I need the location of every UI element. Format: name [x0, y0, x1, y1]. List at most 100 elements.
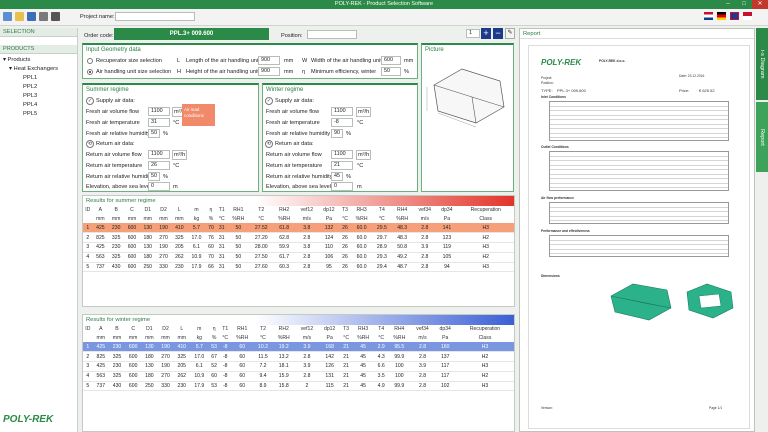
column-header[interactable]: C [125, 325, 141, 334]
winter-rtemp-input[interactable]: 21 [331, 161, 353, 170]
close-button[interactable]: ✕ [752, 0, 768, 9]
column-header[interactable]: RH1 [231, 325, 254, 334]
column-header[interactable]: dp12 [318, 206, 339, 215]
minimize-button[interactable]: – [720, 0, 736, 9]
column-header[interactable]: dp34 [434, 325, 456, 334]
tree-item-ppl2[interactable]: PPL2 [3, 83, 77, 92]
selection-header[interactable]: SELECTION [0, 28, 77, 37]
column-header[interactable]: Recuperation [456, 325, 514, 334]
column-header[interactable]: T2 [249, 206, 273, 215]
column-header[interactable]: RH3 [352, 325, 375, 334]
winter-hum-input[interactable]: 90 [331, 129, 343, 138]
save-icon[interactable] [27, 12, 36, 21]
tree-item-ppl3[interactable]: PPL3 [3, 92, 77, 101]
summer-hum-input[interactable]: 50 [148, 129, 160, 138]
column-header[interactable]: T3 [339, 206, 350, 215]
column-header[interactable]: ID [83, 325, 93, 334]
tree-products[interactable]: ▾ Products [3, 56, 77, 65]
table-row[interactable]: 3 425 230 600 130 190 205 6.1 52 -8 60 7.2 18.1 3.9 12… [83, 361, 514, 372]
table-row[interactable]: 4 563 325 600 180 270 262 10.9 60 -8 60 9.4 15.9 2.8 1… [83, 371, 514, 382]
column-header[interactable]: RH4 [391, 206, 413, 215]
lock-icon[interactable] [51, 12, 60, 21]
column-header[interactable]: L [174, 325, 190, 334]
column-header[interactable]: RH4 [388, 325, 411, 334]
table-row[interactable]: 1 425 230 600 130 190 410 5.7 70 31 50 27.52 61.8 3.8… [83, 223, 514, 234]
length-input[interactable]: 900 [258, 56, 280, 65]
table-row[interactable]: 5 737 430 600 250 330 230 17.9 53 -8 60 8.9 15.8 2 115… [83, 381, 514, 392]
croatian-flag-icon[interactable] [704, 12, 713, 20]
german-flag-icon[interactable] [717, 12, 726, 20]
open-folder-icon[interactable] [15, 12, 24, 21]
tree-heat-exchangers[interactable]: ▾ Heat Exchangers [3, 65, 77, 74]
column-header[interactable]: RH2 [272, 325, 295, 334]
tab-report[interactable]: Report [756, 102, 768, 172]
column-header[interactable]: η [206, 206, 217, 215]
column-header[interactable]: D2 [157, 325, 173, 334]
height-input[interactable]: 900 [258, 67, 280, 76]
summer-flow-input[interactable]: 1100 [148, 107, 170, 116]
column-header[interactable]: A [92, 206, 108, 215]
column-header[interactable]: dp12 [319, 325, 341, 334]
minus-button[interactable]: − [493, 28, 503, 39]
summer-temp-input[interactable]: 31 [148, 118, 170, 127]
table-row[interactable]: 2 825 325 600 180 270 325 17.0 67 -8 60 11.5 13.2 2.8… [83, 351, 514, 363]
column-header[interactable]: T1 [220, 325, 231, 334]
column-header[interactable]: T4 [374, 325, 388, 334]
column-header[interactable]: η [209, 325, 220, 334]
table-row[interactable]: 2 825 325 600 180 270 325 17.0 76 31 50 27.20 62.8 2.… [83, 232, 514, 244]
products-header[interactable]: PRODUCTS [0, 45, 77, 54]
column-header[interactable]: vef12 [295, 325, 319, 334]
tree-item-ppl1[interactable]: PPL1 [3, 74, 77, 83]
winter-temp-input[interactable]: -8 [331, 118, 353, 127]
column-header[interactable]: L [171, 206, 187, 215]
table-row[interactable]: 4 563 325 600 180 270 262 10.9 70 31 50 27.50 61.7 2.… [83, 252, 514, 263]
tool-button[interactable]: ✎ [505, 28, 515, 39]
column-header[interactable]: RH3 [351, 206, 373, 215]
table-row[interactable]: 3 425 230 600 130 190 205 6.1 60 31 50 28.00 59.9 3.8… [83, 242, 514, 253]
column-header[interactable]: vef34 [411, 325, 435, 334]
summer-rflow-unit[interactable]: m³/h [172, 150, 188, 160]
ahu-size-radio[interactable] [87, 69, 93, 77]
column-header[interactable]: m [187, 206, 205, 215]
column-header[interactable]: B [108, 206, 124, 215]
table-row[interactable]: 5 737 430 600 250 330 230 17.9 66 31 50 27.60 60.3 2.… [83, 262, 514, 273]
winter-rhum-input[interactable]: 45 [331, 172, 343, 181]
column-header[interactable]: T4 [373, 206, 391, 215]
column-header[interactable]: dp34 [436, 206, 457, 215]
plus-button[interactable]: + [481, 28, 491, 39]
english-flag-icon[interactable] [730, 12, 739, 20]
column-header[interactable]: A [93, 325, 109, 334]
column-header[interactable]: m [190, 325, 209, 334]
column-header[interactable]: B [109, 325, 125, 334]
winter-rflow-unit[interactable]: m³/h [356, 150, 372, 160]
tree-item-ppl5[interactable]: PPL5 [3, 110, 77, 119]
efficiency-input[interactable]: 50 [381, 67, 401, 76]
summer-rtemp-input[interactable]: 26 [148, 161, 170, 170]
table-row[interactable]: 1 425 230 600 130 190 410 5.7 53 -8 60 10.2 19.2 3.9 1… [83, 342, 514, 353]
other-language-flag-icon[interactable] [743, 12, 752, 20]
summer-elev-input[interactable]: 0 [148, 182, 170, 191]
column-header[interactable]: D2 [156, 206, 172, 215]
column-header[interactable]: C [124, 206, 140, 215]
column-header[interactable]: T3 [340, 325, 351, 334]
tree-item-ppl4[interactable]: PPL4 [3, 101, 77, 110]
back-icon[interactable] [3, 12, 12, 21]
winter-flow-unit[interactable]: m³/h [356, 107, 372, 117]
project-name-input[interactable] [115, 12, 195, 21]
summer-rhum-input[interactable]: 50 [148, 172, 160, 181]
column-header[interactable]: D1 [141, 325, 157, 334]
position-input[interactable] [307, 30, 357, 39]
recuperator-size-radio[interactable] [87, 58, 93, 66]
maximize-button[interactable]: □ [736, 0, 752, 9]
summer-rflow-input[interactable]: 1100 [148, 150, 170, 159]
column-header[interactable]: Recuperation [457, 206, 514, 215]
column-header[interactable]: T1 [216, 206, 227, 215]
column-header[interactable]: vef34 [413, 206, 436, 215]
winter-flow-input[interactable]: 1100 [331, 107, 353, 116]
column-header[interactable]: vef12 [295, 206, 318, 215]
width-input[interactable]: 600 [381, 56, 401, 65]
column-header[interactable]: ID [83, 206, 92, 215]
winter-rflow-input[interactable]: 1100 [331, 150, 353, 159]
column-header[interactable]: RH2 [273, 206, 295, 215]
column-header[interactable]: T2 [254, 325, 273, 334]
